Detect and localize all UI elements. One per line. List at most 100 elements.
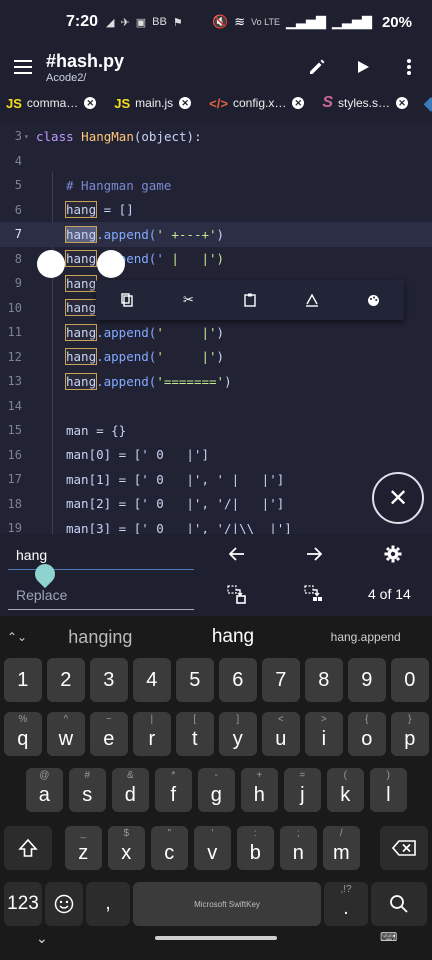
search-match: hang <box>64 299 98 317</box>
line-number: 8 <box>14 251 22 266</box>
close-tab-icon[interactable]: ✕ <box>396 97 409 109</box>
line-number: 3 <box>14 129 22 144</box>
key-g[interactable]: -g <box>197 768 236 812</box>
suggestion-item[interactable]: hang <box>167 626 300 648</box>
fold-icon[interactable]: ▾ <box>24 132 34 141</box>
more-options-icon[interactable] <box>386 44 432 90</box>
key-j[interactable]: = j <box>283 768 322 812</box>
tab-config[interactable]: </> config.x… ✕ <box>203 90 308 116</box>
key-m[interactable]: / m <box>322 826 361 870</box>
status-time: 7:20 <box>66 13 99 30</box>
key-f[interactable]: * f <box>154 768 193 812</box>
key-t[interactable]: [t <box>176 712 214 756</box>
hide-keyboard-chevron-icon[interactable]: ⌄ <box>36 930 48 947</box>
previous-match-button[interactable] <box>221 538 253 570</box>
key-b[interactable]: :b <box>236 826 275 870</box>
copy-icon[interactable] <box>112 285 142 315</box>
paste-icon[interactable] <box>235 285 265 315</box>
edit-pencil-icon[interactable] <box>294 44 340 90</box>
search-match-selected: hang <box>64 225 98 243</box>
key-label: s <box>82 783 93 806</box>
code-line: 11 hang.append(' |') <box>0 320 432 345</box>
select-all-icon[interactable] <box>297 285 327 315</box>
key-3[interactable]: 3 <box>90 658 128 702</box>
key-8[interactable]: 8 <box>305 658 343 702</box>
search-settings-gear-icon[interactable] <box>377 538 409 570</box>
key-n[interactable]: ; n <box>279 826 318 870</box>
code-line: 6 hang = [] <box>0 198 432 223</box>
close-tab-icon[interactable]: ✕ <box>292 97 305 109</box>
key-a[interactable]: @ a <box>25 768 64 812</box>
key-9[interactable]: 9 <box>348 658 386 702</box>
app-bar: #hash.py Acode2/ <box>0 44 432 90</box>
tab-main-js[interactable]: JS main.js ✕ <box>108 90 195 116</box>
palette-icon[interactable] <box>358 285 388 315</box>
key-u[interactable]: < u <box>262 712 300 756</box>
key-label: j <box>300 783 305 806</box>
key-alt-label: } <box>408 714 412 725</box>
text-selection-toolbar: ✂ <box>96 280 404 320</box>
search-replace-panel: 4 of 14 <box>0 534 432 616</box>
backspace-key[interactable] <box>380 826 428 870</box>
code-editor[interactable]: 3 ▾ class HangMan(object): 4 5 # Hangman… <box>0 124 432 534</box>
key-2[interactable]: 2 <box>47 658 85 702</box>
close-tab-icon[interactable]: ✕ <box>84 97 97 109</box>
selection-start-handle[interactable] <box>37 250 65 278</box>
key-d[interactable]: & d <box>111 768 150 812</box>
replace-one-icon[interactable] <box>221 579 253 611</box>
key-4[interactable]: 4 <box>133 658 171 702</box>
key-r[interactable]: | r <box>133 712 171 756</box>
line-number: 10 <box>7 300 22 315</box>
next-match-button[interactable] <box>298 538 330 570</box>
replace-all-icon[interactable] <box>298 579 330 611</box>
javascript-icon: JS <box>114 95 131 111</box>
key-w[interactable]: ^ w <box>47 712 85 756</box>
key-x[interactable]: $ x <box>107 826 146 870</box>
menu-icon[interactable] <box>0 44 46 90</box>
keyboard-switch-icon[interactable]: ⌨ <box>380 930 397 944</box>
suggestion-item[interactable]: hanging <box>34 627 167 648</box>
shift-key[interactable] <box>4 826 52 870</box>
python-icon: ◆ <box>424 92 432 113</box>
suggestion-item[interactable]: hang.append <box>299 630 432 644</box>
tab-styles[interactable]: S styles.s… ✕ <box>316 90 412 116</box>
key-alt-label: ' <box>211 828 214 839</box>
key-o[interactable]: {o <box>348 712 386 756</box>
key-p[interactable]: } p <box>391 712 429 756</box>
key-7[interactable]: 7 <box>262 658 300 702</box>
key-h[interactable]: + h <box>240 768 279 812</box>
home-gesture-pill[interactable] <box>155 936 277 940</box>
key-y[interactable]: ] y <box>219 712 257 756</box>
shift-icon <box>18 838 38 857</box>
close-search-button[interactable]: ✕ <box>372 472 424 524</box>
tab-label: main.js <box>135 96 174 110</box>
key-s[interactable]: # s <box>68 768 107 812</box>
key-6[interactable]: 6 <box>219 658 257 702</box>
replace-input[interactable] <box>8 580 194 610</box>
key-label: e <box>103 727 115 750</box>
key-1[interactable]: 1 <box>4 658 42 702</box>
key-alt-label: ,!? <box>340 884 352 895</box>
key-5[interactable]: 5 <box>176 658 214 702</box>
key-0[interactable]: 0 <box>391 658 429 702</box>
key-v[interactable]: ' v <box>193 826 232 870</box>
close-tab-icon[interactable]: ✕ <box>179 97 192 109</box>
notification-icon: ВВ <box>152 15 167 28</box>
key-z[interactable]: _ z <box>64 826 103 870</box>
expand-chevron-icon[interactable]: ⌃⌄ <box>0 630 34 644</box>
find-input[interactable] <box>8 540 194 570</box>
cut-icon[interactable]: ✂ <box>173 285 203 315</box>
key-alt-label: @ <box>39 770 50 781</box>
selection-end-handle[interactable] <box>97 250 125 278</box>
key-l[interactable]: ) l <box>369 768 408 812</box>
tab-commands[interactable]: JS comma… ✕ <box>0 90 100 116</box>
key-q[interactable]: % q <box>4 712 42 756</box>
key-e[interactable]: ~ e <box>90 712 128 756</box>
key-c[interactable]: " c <box>150 826 189 870</box>
run-play-icon[interactable] <box>340 44 386 90</box>
key-k[interactable]: (k <box>326 768 365 812</box>
key-i[interactable]: > i <box>305 712 343 756</box>
search-match: hang <box>64 201 98 219</box>
tab-python[interactable]: ◆ <box>418 90 432 116</box>
close-icon: ✕ <box>387 484 409 512</box>
